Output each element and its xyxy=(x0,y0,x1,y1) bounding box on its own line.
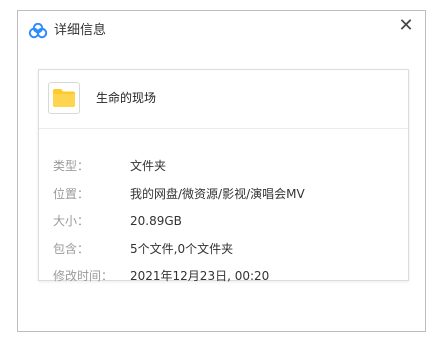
title-bar: 详细信息 ✕ xyxy=(18,11,425,51)
dialog-title: 详细信息 xyxy=(54,23,107,38)
close-icon[interactable]: ✕ xyxy=(395,15,417,37)
contains-value: 5个文件,0个文件夹 xyxy=(130,242,234,256)
detail-row-modified: 修改时间： 2021年12月23日, 00:20 xyxy=(53,268,398,284)
detail-row-location: 位置： 我的网盘/微资源/影视/演唱会MV xyxy=(53,186,398,202)
modified-time-value: 2021年12月23日, 00:20 xyxy=(130,269,270,283)
baidu-netdisk-cloud-icon xyxy=(28,22,48,39)
details-panel: 生命的现场 类型： 文件夹 位置： 我的网盘/微资源/影视/演唱会MV 大小： … xyxy=(38,69,409,284)
details-dialog: 详细信息 ✕ 生命的现场 类型： 文件夹 位置： 我的网盘/微资源/影视/演唱会… xyxy=(17,10,426,332)
folder-name: 生命的现场 xyxy=(96,91,157,105)
detail-row-size: 大小： 20.89GB xyxy=(53,213,398,229)
size-value: 20.89GB xyxy=(130,214,182,228)
item-header: 生命的现场 xyxy=(39,70,408,129)
modified-time-label: 修改时间： xyxy=(53,269,114,283)
size-label: 大小： xyxy=(53,214,90,228)
location-value: 我的网盘/微资源/影视/演唱会MV xyxy=(130,187,305,201)
location-label: 位置： xyxy=(53,187,90,201)
folder-icon xyxy=(48,82,80,114)
detail-row-contains: 包含： 5个文件,0个文件夹 xyxy=(53,241,398,257)
detail-row-type: 类型： 文件夹 xyxy=(53,158,398,174)
type-label: 类型： xyxy=(53,159,90,173)
type-value: 文件夹 xyxy=(130,159,167,173)
contains-label: 包含： xyxy=(53,242,90,256)
